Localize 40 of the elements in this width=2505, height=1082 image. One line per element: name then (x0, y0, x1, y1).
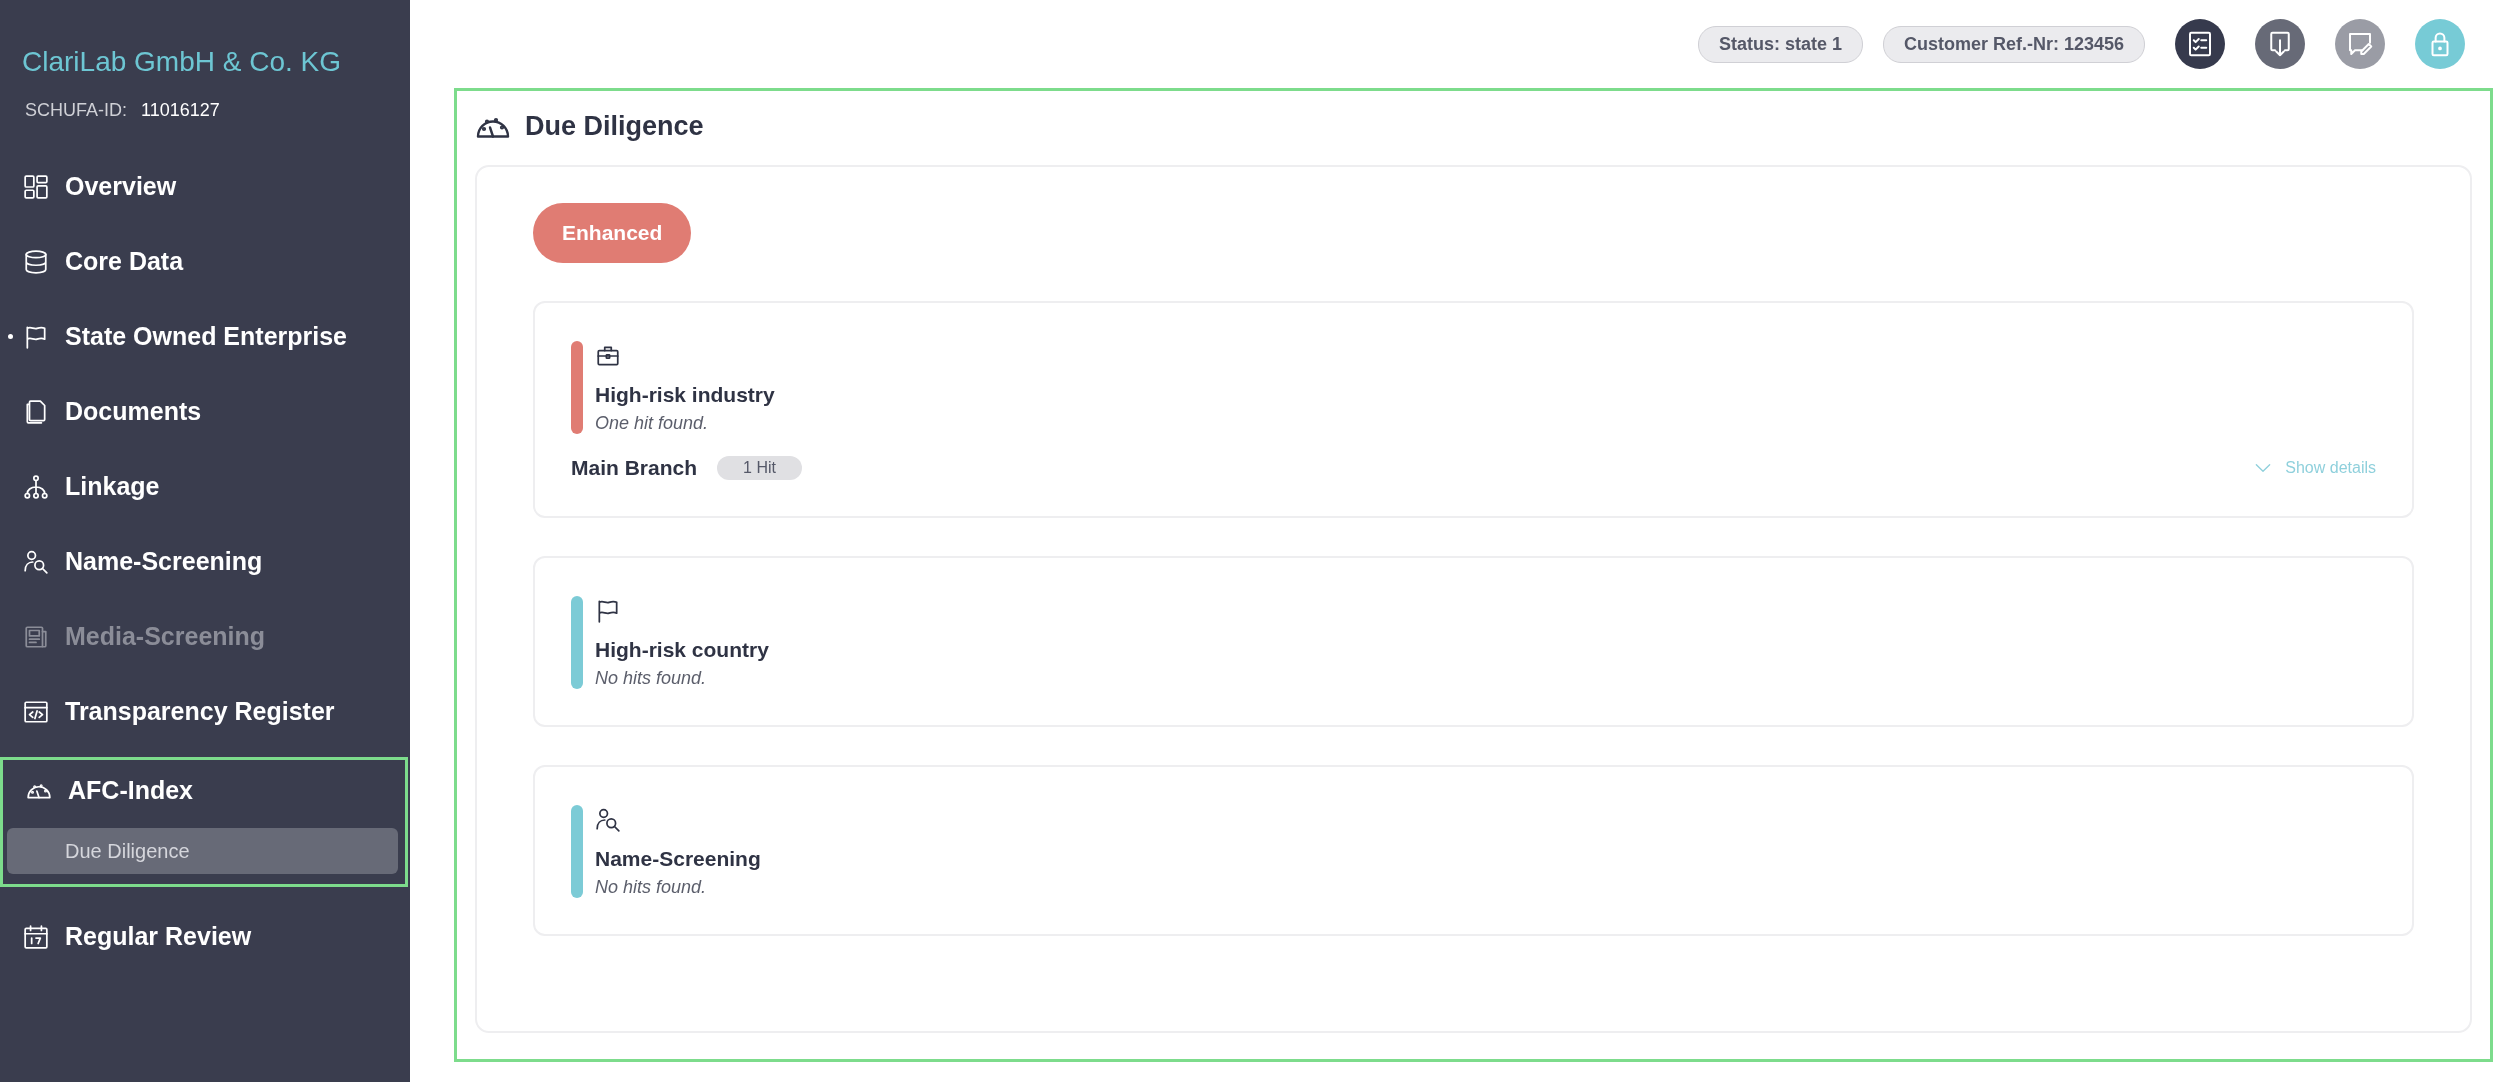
nav-item[interactable]: Transparency Register (0, 674, 410, 749)
check-result: No hits found. (595, 877, 708, 898)
page-title: Due Diligence (525, 110, 704, 142)
code-window-icon (23, 698, 49, 725)
nav-item[interactable]: Overview (0, 149, 410, 224)
nav-item[interactable]: Core Data (0, 224, 410, 299)
nav-item[interactable]: Linkage (0, 449, 410, 524)
branch-name: Main Branch (571, 456, 698, 480)
hit-count-badge: 1 Hit (717, 456, 802, 480)
risk-level-badge: Enhanced (533, 203, 692, 263)
schufa-id-label: SCHUFA-ID: (25, 100, 127, 121)
check-result: No hits found. (595, 668, 708, 689)
nav-item[interactable]: AFC-Index (3, 760, 405, 820)
nav-item[interactable]: Documents (0, 374, 410, 449)
hierarchy-icon (23, 473, 49, 500)
newspaper-icon (23, 623, 49, 650)
check-title: High-risk country (595, 638, 769, 662)
person-search-icon (595, 807, 621, 833)
flag-icon (23, 323, 49, 350)
status-chip: Status: state 1 (1697, 25, 1863, 63)
action-button[interactable] (2175, 19, 2225, 69)
schufa-id-value: 11016127 (141, 100, 220, 121)
bullet-dot (8, 334, 13, 339)
person-search-icon (23, 548, 49, 575)
database-icon (23, 248, 49, 275)
nav-item[interactable]: Name-Screening (0, 524, 410, 599)
documents-icon (23, 398, 49, 425)
nav-item[interactable]: State Owned Enterprise (0, 299, 410, 374)
check-result: One hit found. (595, 413, 710, 434)
check-title: High-risk industry (595, 383, 775, 407)
nav-subitem[interactable]: Due Diligence (7, 828, 398, 874)
company-name: ClariLab GmbH & Co. KG (21, 46, 342, 78)
status-chip: Customer Ref.-Nr: 123456 (1882, 25, 2145, 63)
flag-icon (595, 598, 621, 624)
check-title: Name-Screening (595, 847, 761, 871)
briefcase-icon (595, 343, 621, 369)
dashboard-icon (23, 173, 49, 200)
action-button[interactable] (2255, 19, 2305, 69)
calendar-icon (23, 923, 49, 950)
nav-item[interactable]: Regular Review (0, 899, 410, 974)
